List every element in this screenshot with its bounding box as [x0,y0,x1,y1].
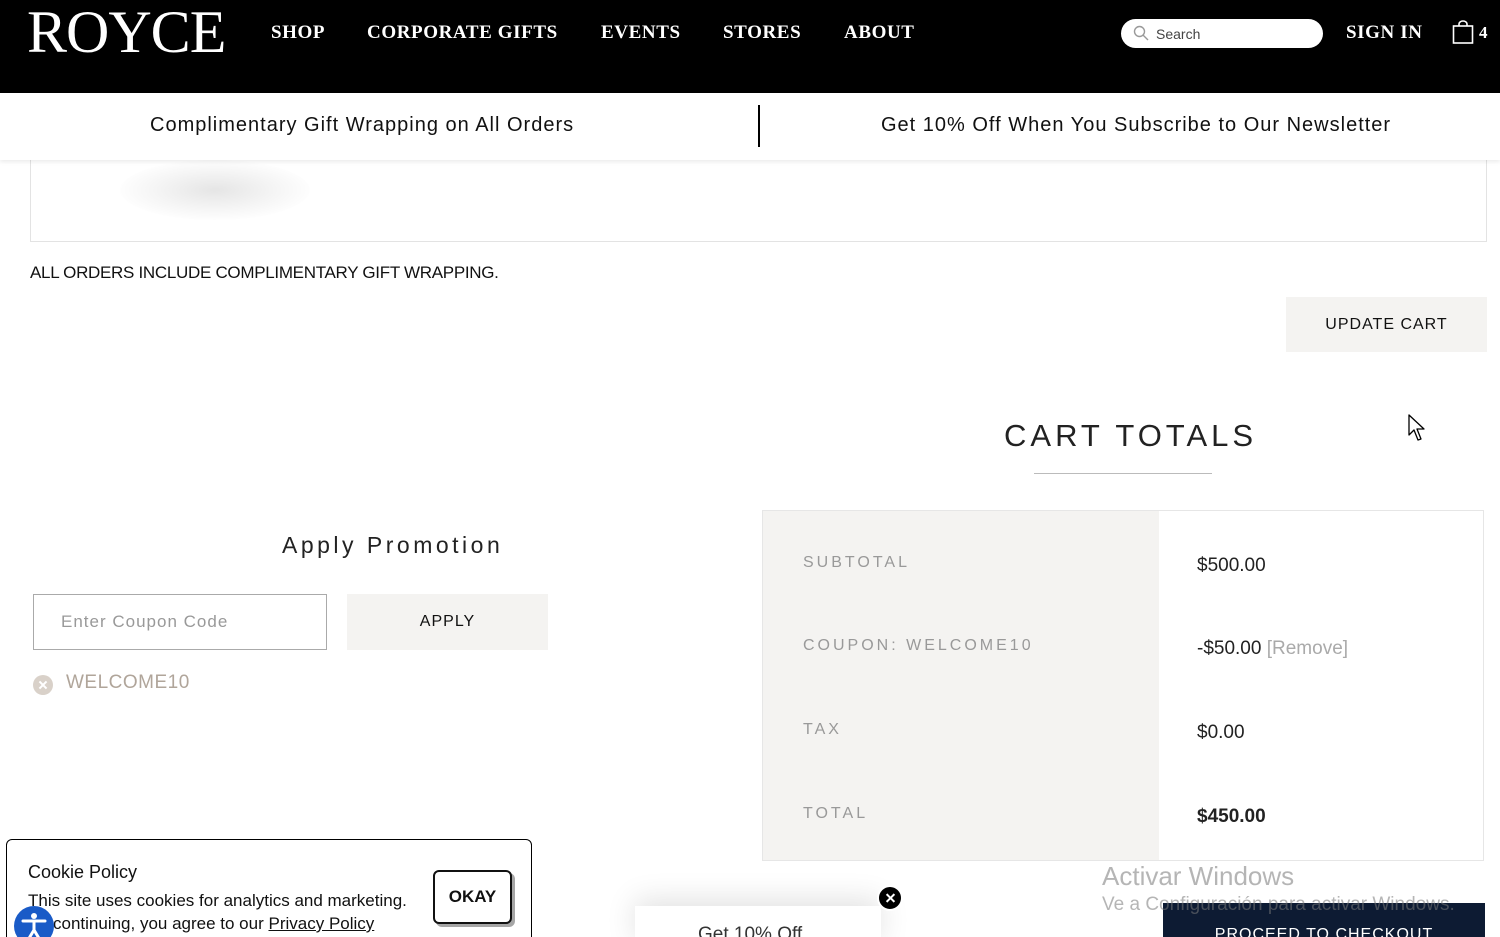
cookie-line-2-text: continuing, you agree to our [53,914,269,933]
site-header: ROYCE SHOP CORPORATE GIFTS EVENTS STORES… [0,0,1500,93]
cookie-line-1: This site uses cookies for analytics and… [28,891,407,910]
product-image-shadow [120,160,310,220]
royce-logo[interactable]: ROYCE [27,2,226,62]
promo-newsletter[interactable]: Get 10% Off When You Subscribe to Our Ne… [881,114,1391,137]
gift-wrapping-note: ALL ORDERS INCLUDE COMPLIMENTARY GIFT WR… [30,263,499,282]
search-input[interactable] [1156,24,1306,44]
coupon-discount-value: -$50.00 [1197,638,1262,659]
search-box[interactable] [1121,19,1323,48]
promo-divider [758,105,760,147]
mouse-cursor-icon [1408,414,1425,441]
close-icon[interactable] [877,885,903,911]
cart-count[interactable]: 4 [1479,23,1488,43]
cart-totals-title: CART TOTALS [1004,418,1258,453]
cookie-banner: Cookie Policy This site uses cookies for… [6,839,532,937]
coupon-value-row: -$50.00 [Remove] [1197,638,1348,660]
search-icon [1133,25,1149,41]
accessibility-icon [21,913,47,937]
cookie-title: Cookie Policy [28,862,138,882]
cart-totals-table: SUBTOTAL $500.00 COUPON: WELCOME10 -$50.… [762,510,1484,861]
remove-coupon-icon[interactable] [33,675,53,695]
nav-stores[interactable]: STORES [723,22,801,44]
coupon-code-input[interactable] [33,594,327,650]
nav-shop[interactable]: SHOP [271,22,325,44]
tax-value: $0.00 [1197,722,1245,743]
cart-totals-underline [1034,473,1212,474]
apply-promotion-title: Apply Promotion [282,532,504,558]
proceed-to-checkout-button[interactable]: PROCEED TO CHECKOUT [1163,903,1485,937]
shopping-bag-icon[interactable] [1452,20,1474,44]
apply-coupon-button[interactable]: APPLY [347,594,548,650]
cookie-okay-button[interactable]: OKAY [433,870,512,924]
newsletter-popup-text: Get 10% Off [698,924,803,937]
nav-events[interactable]: EVENTS [601,22,681,44]
subtotal-label: SUBTOTAL [803,554,910,571]
nav-about[interactable]: ABOUT [844,22,915,44]
coupon-label: COUPON: WELCOME10 [803,637,1034,654]
watermark-line-1: Activar Windows [1102,861,1295,891]
cookie-text: This site uses cookies for analytics and… [28,889,448,935]
privacy-policy-link[interactable]: Privacy Policy [268,914,374,933]
remove-coupon-link[interactable]: [Remove] [1267,638,1348,659]
promo-bar: Complimentary Gift Wrapping on All Order… [0,93,1500,160]
sign-in-link[interactable]: SIGN IN [1346,22,1423,44]
subtotal-value: $500.00 [1197,555,1266,576]
newsletter-popup[interactable]: Get 10% Off [635,906,881,937]
applied-coupon-code: WELCOME10 [66,672,190,693]
tax-label: TAX [803,721,842,738]
promo-gift-wrapping[interactable]: Complimentary Gift Wrapping on All Order… [150,114,574,137]
update-cart-button[interactable]: UPDATE CART [1286,297,1487,352]
cookie-line-2: continuing, you agree to our Privacy Pol… [28,912,448,935]
total-label: TOTAL [803,805,869,822]
nav-corporate-gifts[interactable]: CORPORATE GIFTS [367,22,558,44]
total-value: $450.00 [1197,806,1266,827]
